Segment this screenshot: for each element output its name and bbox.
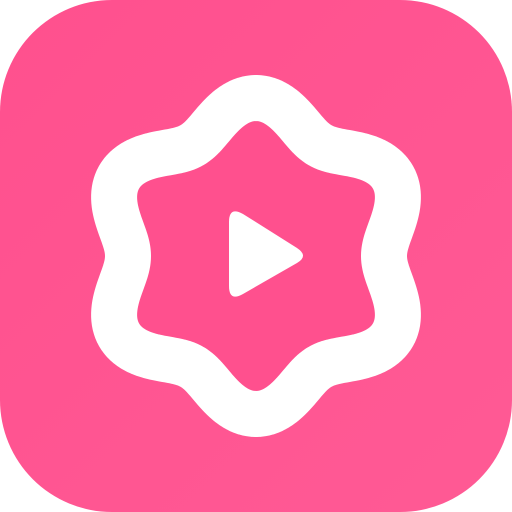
app-icon-graphic [0, 0, 512, 512]
canvas [0, 0, 512, 512]
app-icon[interactable] [0, 0, 512, 512]
